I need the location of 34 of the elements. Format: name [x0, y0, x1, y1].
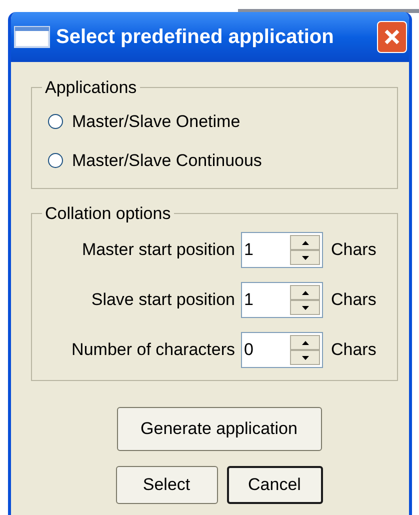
- down-arrow-icon: [302, 256, 308, 260]
- spin-field[interactable]: 0: [241, 332, 323, 368]
- spin-down-button[interactable]: [290, 350, 320, 365]
- spin-up-button[interactable]: [290, 235, 320, 250]
- spin-down-button[interactable]: [290, 250, 320, 265]
- close-icon: [383, 28, 401, 46]
- radio-button[interactable]: [48, 114, 63, 129]
- option-label[interactable]: Master/Slave Onetime: [72, 108, 240, 134]
- up-arrow-icon: [302, 240, 308, 244]
- spin-field[interactable]: 1: [241, 232, 323, 268]
- down-arrow-icon: [302, 356, 308, 360]
- generate-application-button[interactable]: Generate application: [116, 407, 322, 451]
- down-arrow-icon: [302, 306, 308, 310]
- group-label: Applications: [44, 77, 138, 99]
- unit-label: Chars: [330, 239, 376, 262]
- option-label[interactable]: Master/Slave Continuous: [72, 148, 262, 174]
- field-label: Slave start position: [90, 289, 236, 312]
- radio-button[interactable]: [48, 153, 63, 168]
- unit-label: Chars: [330, 289, 376, 312]
- close-button[interactable]: [377, 21, 407, 53]
- dialog-button[interactable]: Cancel: [226, 466, 322, 504]
- dialog-button[interactable]: Select: [116, 466, 218, 504]
- window-icon: [14, 26, 50, 48]
- up-arrow-icon: [302, 340, 308, 344]
- unit-label: Chars: [330, 339, 376, 362]
- spin-field[interactable]: 1: [241, 282, 323, 318]
- window-title: Select predefined application: [56, 25, 335, 50]
- spin-up-button[interactable]: [290, 285, 320, 300]
- spin-up-button[interactable]: [290, 335, 320, 350]
- field-label: Number of characters: [70, 339, 236, 362]
- field-label: Master start position: [80, 239, 236, 262]
- spin-down-button[interactable]: [290, 300, 320, 315]
- group-label: Collation options: [44, 202, 172, 224]
- up-arrow-icon: [302, 290, 308, 294]
